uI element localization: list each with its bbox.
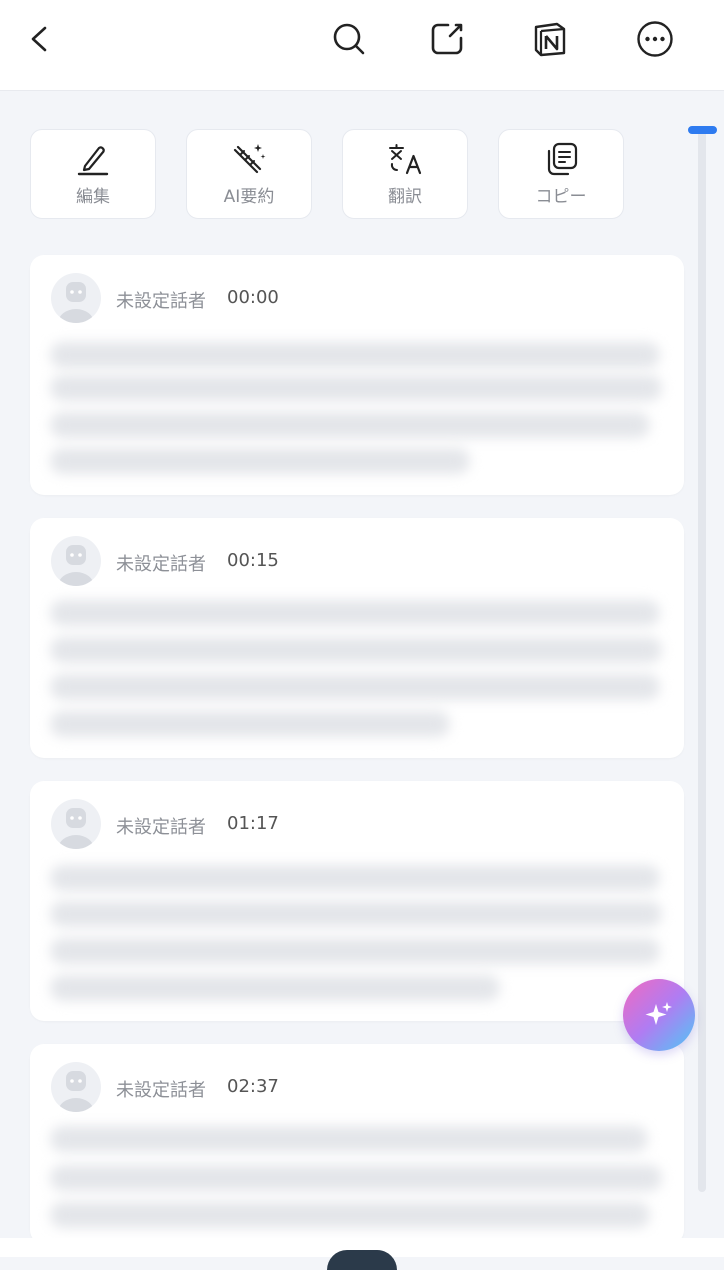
- avatar: [51, 799, 101, 849]
- edit-label: 編集: [76, 186, 110, 207]
- copy-label: コピー: [535, 186, 587, 207]
- translate-button[interactable]: 翻訳: [342, 129, 468, 219]
- blurred-text-line: [50, 342, 660, 368]
- notion-button[interactable]: [524, 13, 576, 65]
- speaker-name: 未設定話者: [116, 554, 206, 575]
- top-bar: [0, 0, 724, 91]
- blurred-text-line: [50, 1165, 662, 1191]
- timestamp: 00:15: [227, 550, 279, 571]
- pencil-icon: [77, 145, 109, 175]
- more-button[interactable]: [629, 13, 681, 65]
- sparkle-icon: [645, 1002, 672, 1025]
- robot-avatar-icon: [58, 545, 94, 586]
- robot-avatar-icon: [58, 1071, 94, 1112]
- transcript-card[interactable]: 未設定話者 01:17: [30, 781, 684, 1021]
- record-button[interactable]: [327, 1250, 397, 1270]
- avatar: [51, 1062, 101, 1112]
- blurred-text-line: [50, 448, 470, 474]
- blurred-text-line: [50, 412, 650, 438]
- blurred-text-line: [50, 901, 662, 927]
- blurred-text-line: [50, 375, 662, 401]
- search-button[interactable]: [323, 13, 375, 65]
- blurred-text-line: [50, 1126, 648, 1152]
- copy-icon: [547, 142, 578, 175]
- more-horizontal-icon: [637, 21, 673, 57]
- robot-avatar-icon: [58, 282, 94, 323]
- timestamp: 02:37: [227, 1076, 279, 1097]
- action-bar: 編集 AI要約 翻訳 コピー: [30, 129, 630, 221]
- avatar: [51, 536, 101, 586]
- copy-button[interactable]: コピー: [498, 129, 624, 219]
- timestamp: 01:17: [227, 813, 279, 834]
- ai-summary-label: AI要約: [223, 186, 275, 207]
- timestamp: 00:00: [227, 287, 279, 308]
- avatar: [51, 273, 101, 323]
- magic-wand-icon: [233, 143, 266, 173]
- ai-summary-button[interactable]: AI要約: [186, 129, 312, 219]
- translate-label: 翻訳: [388, 186, 422, 207]
- edit-button[interactable]: 編集: [30, 129, 156, 219]
- search-icon: [333, 23, 365, 55]
- blurred-text-line: [50, 1202, 650, 1228]
- scrollbar[interactable]: [698, 130, 706, 1192]
- robot-avatar-icon: [58, 808, 94, 849]
- transcript-card[interactable]: 未設定話者 00:15: [30, 518, 684, 758]
- transcript-card[interactable]: 未設定話者 02:37: [30, 1044, 684, 1244]
- chevron-left-icon: [31, 26, 47, 52]
- back-button[interactable]: [14, 13, 66, 65]
- translate-icon: [389, 143, 422, 174]
- speaker-name: 未設定話者: [116, 291, 206, 312]
- notion-icon: [534, 22, 566, 57]
- share-button[interactable]: [421, 13, 473, 65]
- blurred-text-line: [50, 600, 660, 626]
- blurred-text-line: [50, 865, 660, 891]
- transcript-card[interactable]: 未設定話者 00:00: [30, 255, 684, 495]
- scrollbar-thumb[interactable]: [688, 126, 717, 134]
- blurred-text-line: [50, 938, 660, 964]
- ai-assistant-button[interactable]: [623, 979, 695, 1051]
- blurred-text-line: [50, 674, 660, 700]
- blurred-text-line: [50, 975, 500, 1001]
- blurred-text-line: [50, 637, 662, 663]
- blurred-text-line: [50, 711, 450, 737]
- share-edit-icon: [431, 23, 463, 55]
- speaker-name: 未設定話者: [116, 817, 206, 838]
- speaker-name: 未設定話者: [116, 1080, 206, 1101]
